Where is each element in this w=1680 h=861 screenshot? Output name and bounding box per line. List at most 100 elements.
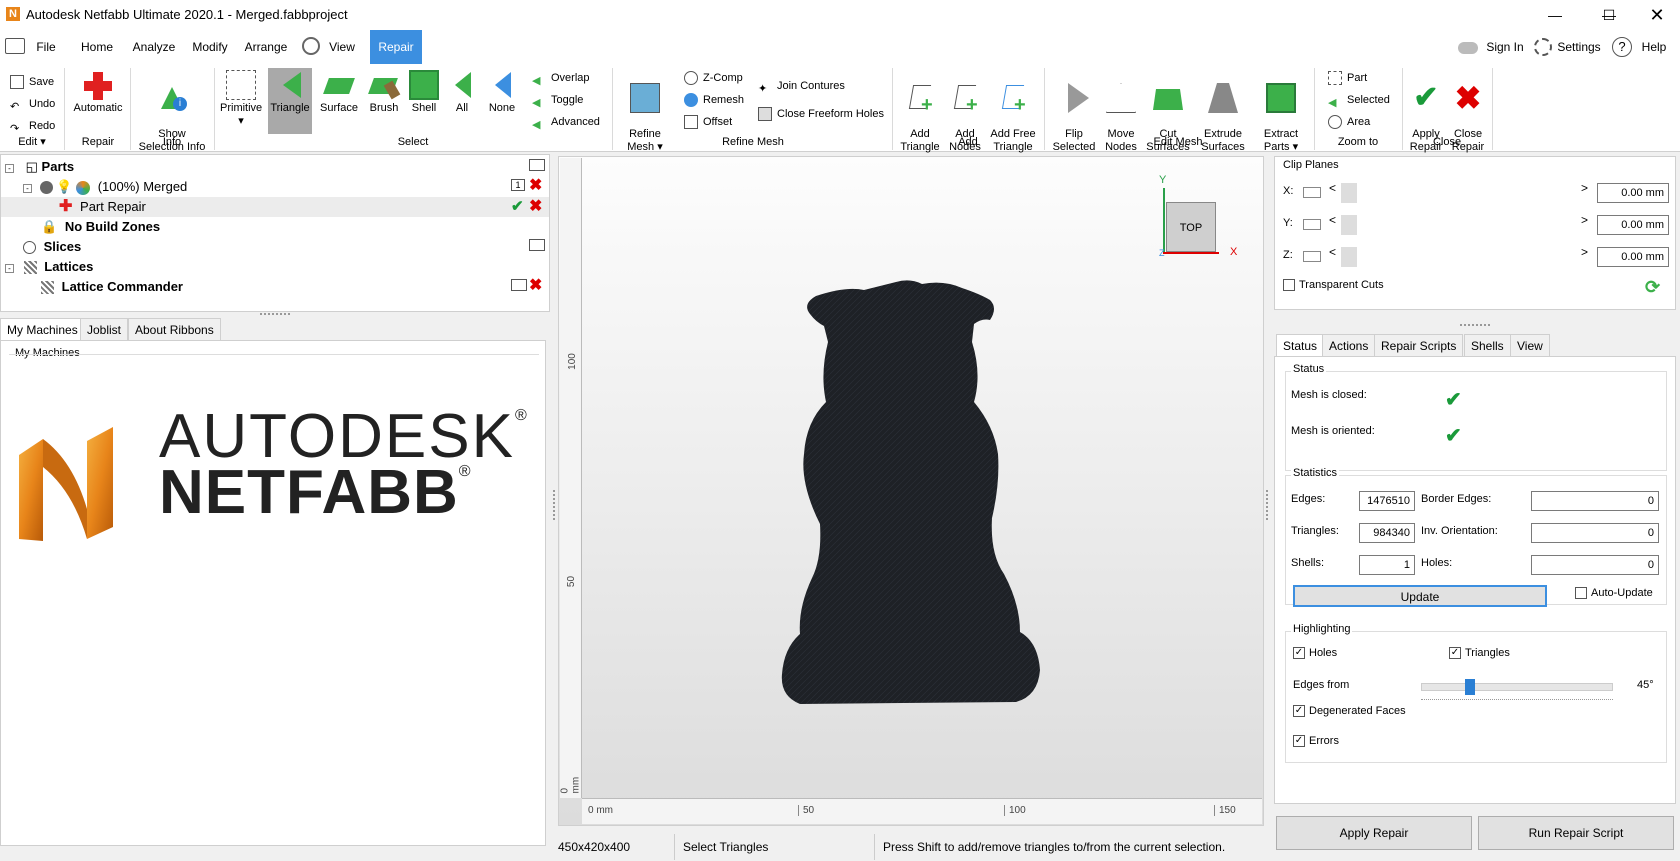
clip-x-color-icon[interactable] <box>1303 187 1321 198</box>
tab-repair-scripts[interactable]: Repair Scripts <box>1374 334 1464 356</box>
advanced-select-button[interactable]: ◀ Advanced <box>532 112 600 132</box>
menu-home[interactable]: Home <box>76 30 118 64</box>
minimize-button[interactable]: — <box>1532 0 1578 30</box>
splitter-handle[interactable] <box>1460 324 1490 327</box>
clip-z-right-arrow[interactable]: > <box>1581 245 1588 259</box>
tab-about-ribbons[interactable]: About Ribbons <box>128 318 221 340</box>
add-free-triangle-button[interactable]: + Add Free Triangle <box>988 68 1038 153</box>
color-wheel-icon[interactable] <box>76 180 91 195</box>
menu-analyze[interactable]: Analyze <box>128 30 180 64</box>
tab-shells[interactable]: Shells <box>1464 334 1511 356</box>
close-window-button[interactable]: ✕ <box>1634 0 1680 30</box>
toggle-select-button[interactable]: ◀ Toggle <box>532 90 583 110</box>
tab-joblist[interactable]: Joblist <box>80 318 129 340</box>
edges-from-slider-thumb[interactable] <box>1465 679 1475 695</box>
menu-repair[interactable]: Repair <box>370 30 422 64</box>
save-button[interactable]: Save <box>10 72 54 92</box>
splitter-handle[interactable] <box>553 490 556 520</box>
refine-mesh-button[interactable]: Refine Mesh ▾ <box>622 68 668 153</box>
splitter-handle[interactable] <box>1266 490 1269 520</box>
automatic-repair-button[interactable]: Automatic <box>70 68 126 134</box>
select-all-button[interactable]: All <box>446 68 478 134</box>
tab-view[interactable]: View <box>1510 334 1550 356</box>
menu-modify[interactable]: Modify <box>188 30 232 64</box>
close-freeform-holes-button[interactable]: Close Freeform Holes <box>758 104 884 124</box>
update-button[interactable]: Update <box>1293 585 1547 607</box>
clip-y-left-arrow[interactable]: < <box>1329 213 1336 227</box>
clip-y-right-arrow[interactable]: > <box>1581 213 1588 227</box>
clip-x-slider[interactable] <box>1341 183 1357 203</box>
menu-view[interactable]: View <box>324 30 360 64</box>
clip-z-slider[interactable] <box>1341 247 1357 267</box>
gear-icon[interactable] <box>1534 38 1552 56</box>
edit-group-label[interactable]: Edit ▾ <box>4 134 60 150</box>
tab-my-machines[interactable]: My Machines <box>0 318 85 340</box>
zoom-part-button[interactable]: Part <box>1328 68 1367 88</box>
shell-select-button[interactable]: Shell <box>406 68 442 134</box>
select-none-button[interactable]: None <box>484 68 520 134</box>
cut-surfaces-button[interactable]: Cut Surfaces <box>1144 68 1192 153</box>
brush-select-button[interactable]: Brush <box>364 68 404 134</box>
triangle-select-button[interactable]: Triangle <box>268 68 312 134</box>
tab-actions[interactable]: Actions <box>1322 334 1376 356</box>
undo-button[interactable]: ↶ Undo <box>10 94 55 114</box>
triangles-checkbox[interactable]: ✓ Triangles <box>1449 647 1510 660</box>
join-contures-button[interactable]: ✦ Join Contures <box>758 76 845 96</box>
zoom-area-button[interactable]: Area <box>1328 112 1370 132</box>
remove-lattice-x-icon[interactable]: ✖ <box>529 275 542 295</box>
open-folder-icon[interactable] <box>511 279 527 291</box>
apply-repair-button[interactable]: Apply Repair <box>1276 816 1472 850</box>
tree-parts-row[interactable]: - ◱ Parts <box>5 157 74 177</box>
tree-merged-row[interactable]: - 💡 (100%) Merged <box>23 177 187 197</box>
clip-z-input[interactable]: 0.00 mm <box>1597 247 1669 267</box>
clip-y-slider[interactable] <box>1341 215 1357 235</box>
help-link[interactable]: Help <box>1636 30 1672 64</box>
open-folder-icon[interactable] <box>529 239 545 251</box>
open-folder-icon[interactable] <box>529 159 545 171</box>
auto-update-checkbox[interactable]: Auto-Update <box>1575 587 1653 600</box>
overlap-select-button[interactable]: ◀ Overlap <box>532 68 590 88</box>
tree-part-repair-row[interactable]: ✚ Part Repair <box>59 197 146 217</box>
maximize-button[interactable]: ☐ <box>1586 0 1632 30</box>
tree-lattices-row[interactable]: - Lattices <box>5 257 93 277</box>
apply-check-icon[interactable]: ✔ <box>511 197 524 215</box>
primitive-select-button[interactable]: Primitive ▾ <box>220 68 262 134</box>
close-repair-button[interactable]: ✖ Close Repair <box>1448 68 1488 153</box>
view-cube[interactable]: TOP <box>1166 202 1216 252</box>
cancel-x-icon[interactable]: ✖ <box>529 196 542 216</box>
edges-from-slider-track[interactable] <box>1421 679 1613 695</box>
collapse-icon[interactable]: - <box>5 264 14 273</box>
tree-slices-row[interactable]: Slices <box>23 237 81 257</box>
extract-parts-button[interactable]: Extract Parts ▾ <box>1256 68 1306 153</box>
clip-x-left-arrow[interactable]: < <box>1329 181 1336 195</box>
run-repair-script-button[interactable]: Run Repair Script <box>1478 816 1674 850</box>
clip-y-color-icon[interactable] <box>1303 219 1321 230</box>
remesh-button[interactable]: Remesh <box>684 90 744 110</box>
redo-button[interactable]: ↷ Redo <box>10 116 55 136</box>
menu-arrange[interactable]: Arrange <box>240 30 292 64</box>
collapse-icon[interactable]: - <box>23 184 32 193</box>
clip-z-left-arrow[interactable]: < <box>1329 245 1336 259</box>
menu-file[interactable]: File <box>30 30 62 64</box>
visibility-icon[interactable] <box>39 181 53 195</box>
clip-x-input[interactable]: 0.00 mm <box>1597 183 1669 203</box>
add-nodes-button[interactable]: + Add Nodes <box>944 68 986 153</box>
settings-link[interactable]: Settings <box>1554 30 1604 64</box>
open-folder-icon[interactable] <box>5 38 25 54</box>
mesh-model[interactable] <box>776 278 1040 704</box>
transparent-cuts-checkbox[interactable]: Transparent Cuts <box>1283 279 1384 292</box>
offset-button[interactable]: Offset <box>684 112 732 132</box>
bulb-icon[interactable]: 💡 <box>56 179 72 194</box>
degenerated-faces-checkbox[interactable]: ✓ Degenerated Faces <box>1293 705 1406 718</box>
splitter-handle[interactable] <box>260 313 290 316</box>
holes-checkbox[interactable]: ✓ Holes <box>1293 647 1337 660</box>
tree-no-build-zones-row[interactable]: 🔒 No Build Zones <box>41 217 160 237</box>
move-nodes-button[interactable]: Move Nodes <box>1100 68 1142 153</box>
zoom-selected-button[interactable]: ◀ Selected <box>1328 90 1390 110</box>
tab-status[interactable]: Status <box>1276 334 1325 356</box>
search-icon[interactable] <box>302 37 320 55</box>
apply-repair-ribbon-button[interactable]: ✔ Apply Repair <box>1406 68 1446 154</box>
clip-y-input[interactable]: 0.00 mm <box>1597 215 1669 235</box>
show-selection-info-button[interactable]: i Show Selection Info <box>136 68 208 153</box>
surface-select-button[interactable]: Surface <box>316 68 362 134</box>
